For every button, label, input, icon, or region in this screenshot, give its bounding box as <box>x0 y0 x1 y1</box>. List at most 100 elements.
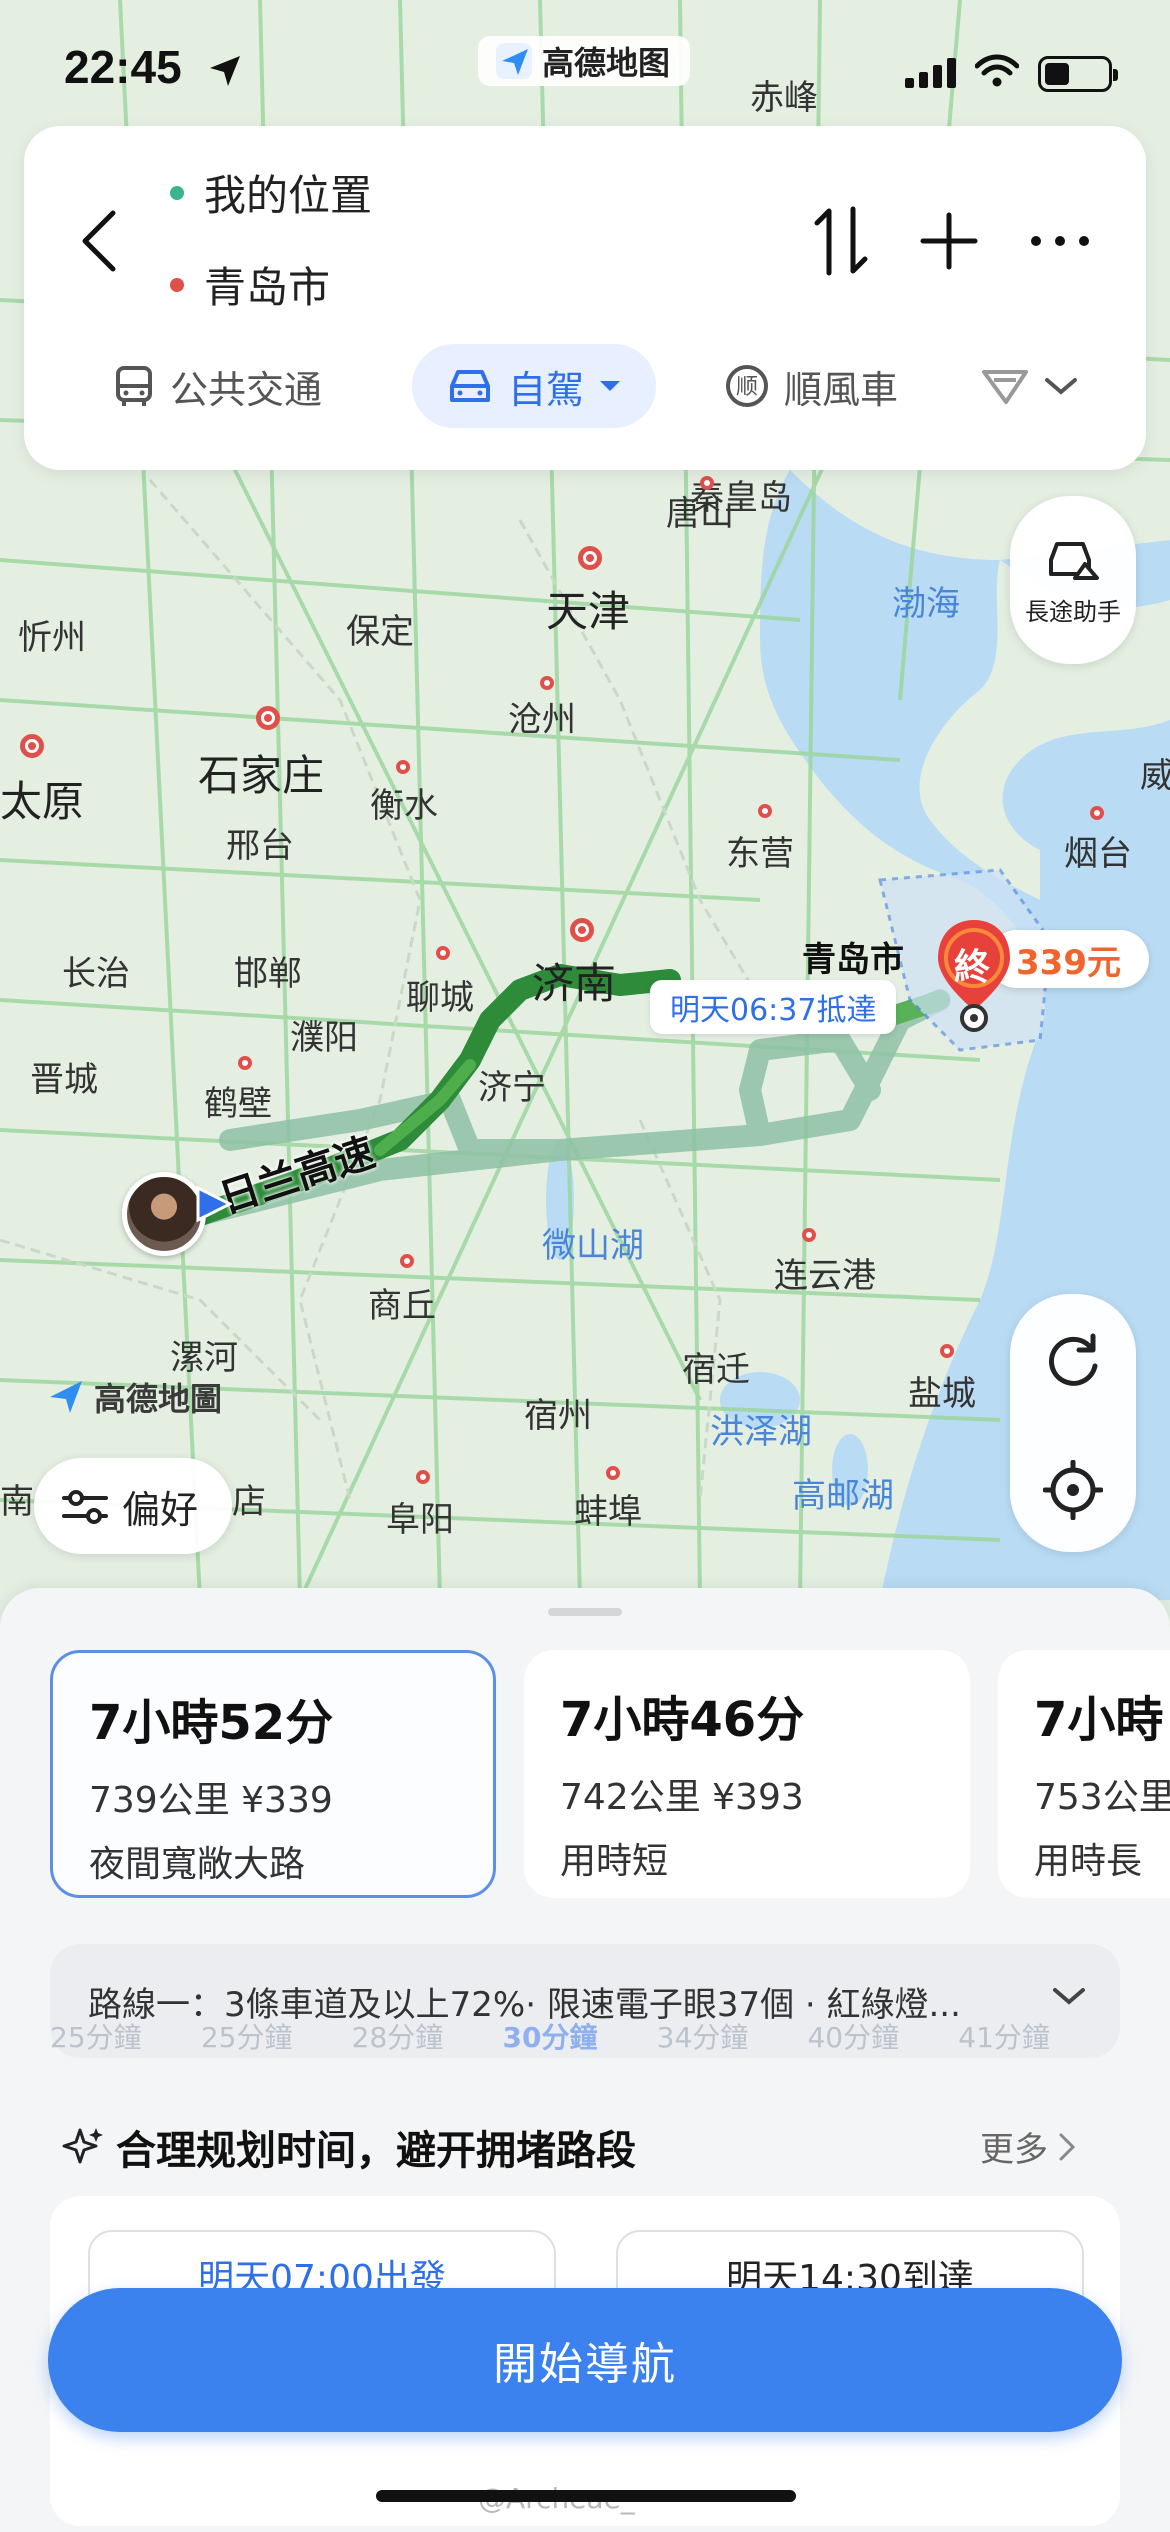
status-bar: 22:45 高德地图 <box>0 0 1170 120</box>
locate-me-icon[interactable] <box>1043 1460 1103 1520</box>
duration-slot[interactable]: 34分鐘 <box>657 2016 749 2056</box>
city-dot <box>1090 806 1104 820</box>
city-label: 店 <box>232 1482 266 1522</box>
car-assistant-icon <box>1049 541 1099 580</box>
battery-icon <box>1038 56 1118 92</box>
route-option-card[interactable]: 7小時52分 739公里 ¥339 夜間寬敞大路 <box>50 1650 496 1898</box>
location-services-icon <box>210 56 240 86</box>
city-dot <box>606 1466 620 1480</box>
city-label: 漯河 <box>170 1338 238 1378</box>
capital-dot <box>570 918 594 942</box>
destination-label: 青岛市 <box>802 940 904 980</box>
city-dot <box>416 1470 430 1484</box>
toll-price-tag: 339元 <box>988 930 1149 988</box>
city-label: 邯郸 <box>234 954 302 994</box>
city-dot <box>396 760 410 774</box>
capital-dot <box>578 546 602 570</box>
city-label: 太原 <box>0 777 85 826</box>
city-dot <box>802 1228 816 1242</box>
sheet-grabber[interactable] <box>548 1608 622 1616</box>
city-dot <box>758 804 772 818</box>
destination-field[interactable]: 青岛市 <box>170 254 330 315</box>
route-distance-cost: 742公里 ¥393 <box>560 1777 804 1818</box>
duration-slot[interactable]: 40分鐘 <box>807 2016 899 2056</box>
add-waypoint-button[interactable] <box>914 196 984 286</box>
city-label: 蚌埠 <box>574 1492 642 1532</box>
city-label: 济宁 <box>478 1068 546 1108</box>
chevron-down-icon <box>1053 1988 1085 2005</box>
tab-public-transit[interactable]: 公共交通 <box>112 344 322 428</box>
start-avatar <box>122 1172 206 1256</box>
city-label: 商丘 <box>368 1286 436 1326</box>
tab-ride-share[interactable]: 顺 順風車 <box>724 344 898 428</box>
swap-arrows-icon <box>814 206 868 276</box>
map-watermark: 高德地圖 <box>48 1374 222 1420</box>
app-indicator: 高德地图 <box>478 36 691 86</box>
city-label: 忻州 <box>18 618 86 658</box>
tab-more-modes[interactable] <box>980 344 1078 428</box>
route-tag: 用時長 <box>1034 1841 1143 1882</box>
city-label: 晋城 <box>30 1060 98 1100</box>
city-dot <box>540 676 554 690</box>
origin-label: 我的位置 <box>204 171 373 220</box>
long-trip-assistant-button[interactable]: 長途助手 <box>1010 496 1136 664</box>
duration-slot[interactable]: 25分鐘 <box>50 2016 142 2056</box>
plan-more-link[interactable]: 更多 <box>980 2122 1076 2171</box>
swap-button[interactable] <box>806 196 876 286</box>
duration-slot[interactable]: 41分鐘 <box>958 2016 1050 2056</box>
more-dots-icon <box>1031 236 1089 246</box>
lake-label: 微山湖 <box>542 1226 644 1266</box>
home-indicator[interactable] <box>376 2490 796 2502</box>
refresh-icon[interactable] <box>1043 1332 1103 1392</box>
destination-label: 青岛市 <box>204 263 331 312</box>
back-button[interactable] <box>64 196 134 286</box>
route-tag: 用時短 <box>560 1841 669 1882</box>
clock: 22:45 <box>64 41 182 93</box>
map-control-group <box>1010 1294 1136 1552</box>
duration-slot[interactable]: 25分鐘 <box>201 2016 293 2056</box>
amap-logo-icon <box>496 43 532 79</box>
chevron-down-icon <box>1045 378 1077 395</box>
capital-dot <box>256 706 280 730</box>
city-dot <box>940 1344 954 1358</box>
duration-slot[interactable]: 28分鐘 <box>352 2016 444 2056</box>
tab-drive[interactable]: 自駕 <box>412 344 657 428</box>
city-label: 鹤壁 <box>204 1084 272 1124</box>
route-search-card: 我的位置 青岛市 公共交通 自駕 顺 順風車 <box>24 126 1146 470</box>
route-tag: 夜間寬敞大路 <box>89 1844 306 1885</box>
city-label: 宿州 <box>524 1396 592 1436</box>
caret-down-icon <box>600 381 621 391</box>
city-label: 长治 <box>62 954 130 994</box>
capital-dot <box>20 734 44 758</box>
route-duration: 7小時52分 <box>89 1695 334 1751</box>
preference-button[interactable]: 偏好 <box>34 1458 232 1554</box>
destination-dot <box>170 277 184 292</box>
route-distance-cost: 739公里 ¥339 <box>89 1780 333 1821</box>
city-label: 南 <box>0 1482 34 1522</box>
city-label: 邢台 <box>226 826 294 866</box>
city-label: 天津 <box>546 587 631 636</box>
more-modes-icon <box>982 370 1028 404</box>
start-navigation-button[interactable]: 開始導航 <box>48 2288 1122 2432</box>
wifi-icon <box>975 54 1019 87</box>
destination-marker[interactable]: 終 <box>936 918 1012 1042</box>
more-button[interactable] <box>1020 196 1100 286</box>
bus-icon <box>116 366 152 406</box>
duration-timeline[interactable]: 25分鐘 25分鐘 28分鐘 30分鐘 34分鐘 40分鐘 41分鐘 <box>50 2016 1050 2056</box>
city-label: 烟台 <box>1064 834 1132 874</box>
origin-dot <box>170 185 184 200</box>
lake-label: 洪泽湖 <box>710 1412 812 1452</box>
sparkle-icon <box>62 2128 103 2164</box>
city-dot <box>436 946 450 960</box>
destination-marker-text: 終 <box>954 947 991 988</box>
city-label: 聊城 <box>406 978 474 1018</box>
route-option-card[interactable]: 7小時46分 742公里 ¥393 用時短 <box>524 1650 970 1898</box>
cellular-signal-icon <box>905 58 956 88</box>
sea-label: 渤海 <box>892 584 960 624</box>
plus-icon <box>920 212 978 270</box>
city-label: 阜阳 <box>386 1500 454 1540</box>
origin-field[interactable]: 我的位置 <box>170 162 372 223</box>
route-option-card[interactable]: 7小時 753公里 用時長 <box>998 1650 1170 1898</box>
duration-slot[interactable]: 30分鐘 <box>502 2016 597 2056</box>
city-label: 沧州 <box>508 700 576 740</box>
